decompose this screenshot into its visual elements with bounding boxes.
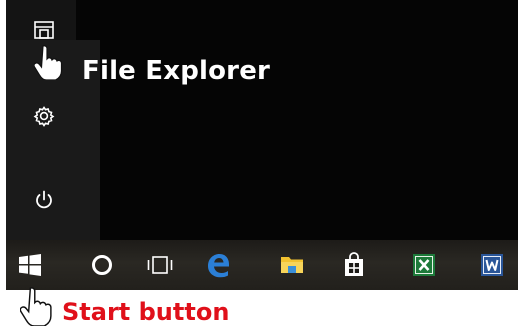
power-icon[interactable]	[28, 184, 60, 216]
file-explorer-icon	[281, 257, 303, 273]
store-button[interactable]	[334, 240, 374, 290]
task-view-icon	[147, 256, 173, 274]
file-explorer-icon[interactable]	[28, 14, 60, 46]
excel-button[interactable]	[404, 240, 444, 290]
cortana-button[interactable]	[82, 240, 122, 290]
task-view-button[interactable]	[140, 240, 180, 290]
hand-cursor-icon	[19, 286, 54, 330]
cortana-search-icon	[92, 255, 112, 275]
word-icon	[481, 254, 503, 276]
start-button-annotation: Start button	[62, 298, 230, 326]
hand-cursor-icon	[33, 44, 64, 84]
windows-start-icon	[19, 254, 41, 276]
store-icon	[345, 252, 363, 276]
start-button[interactable]	[10, 240, 50, 290]
edge-button[interactable]	[198, 240, 238, 290]
settings-icon[interactable]	[28, 100, 60, 132]
start-menu-panel: File Explorer	[6, 0, 518, 240]
file-explorer-annotation: File Explorer	[82, 56, 271, 86]
excel-icon	[413, 254, 435, 276]
word-button[interactable]	[472, 240, 512, 290]
file-explorer-taskbar-button[interactable]	[272, 240, 312, 290]
edge-icon	[208, 254, 229, 278]
taskbar	[6, 240, 518, 290]
